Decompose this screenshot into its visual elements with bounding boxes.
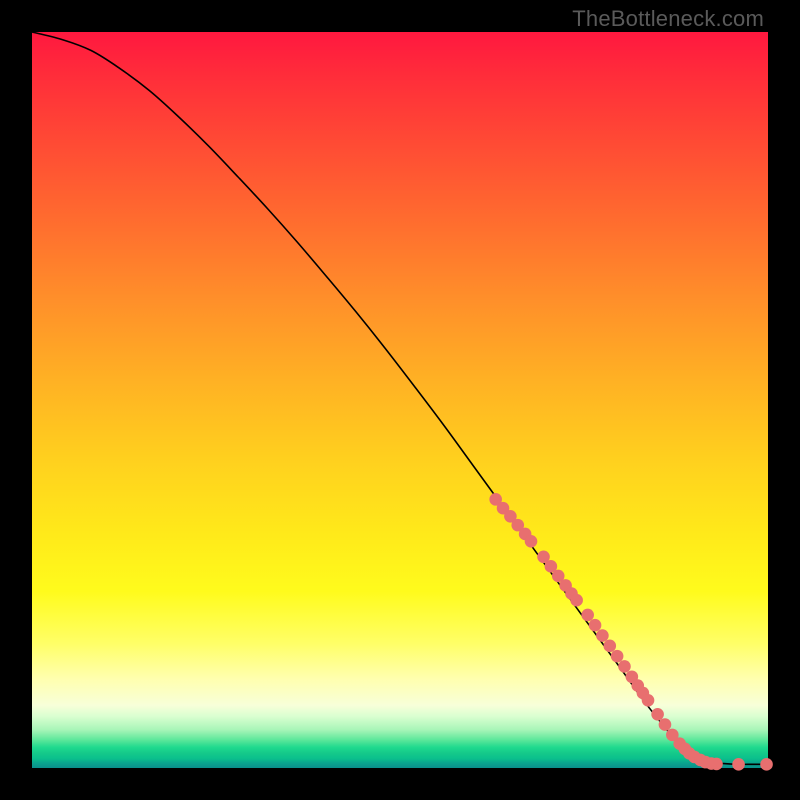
data-marker bbox=[732, 758, 745, 771]
data-marker bbox=[611, 650, 624, 663]
data-marker bbox=[603, 640, 616, 653]
bottleneck-curve bbox=[32, 32, 768, 764]
watermark-label: TheBottleneck.com bbox=[572, 6, 764, 32]
curve-layer bbox=[32, 32, 768, 768]
data-marker bbox=[760, 758, 773, 771]
data-marker bbox=[659, 718, 672, 731]
data-marker bbox=[642, 694, 655, 707]
data-marker bbox=[570, 594, 583, 607]
data-marker bbox=[618, 660, 631, 673]
data-marker bbox=[710, 758, 723, 771]
chart-stage: TheBottleneck.com bbox=[0, 0, 800, 800]
data-marker bbox=[596, 629, 609, 642]
data-marker bbox=[525, 535, 538, 548]
data-marker bbox=[581, 609, 594, 622]
plot-area bbox=[32, 32, 768, 768]
marker-group bbox=[489, 493, 772, 771]
data-marker bbox=[651, 708, 664, 721]
data-marker bbox=[589, 619, 602, 632]
